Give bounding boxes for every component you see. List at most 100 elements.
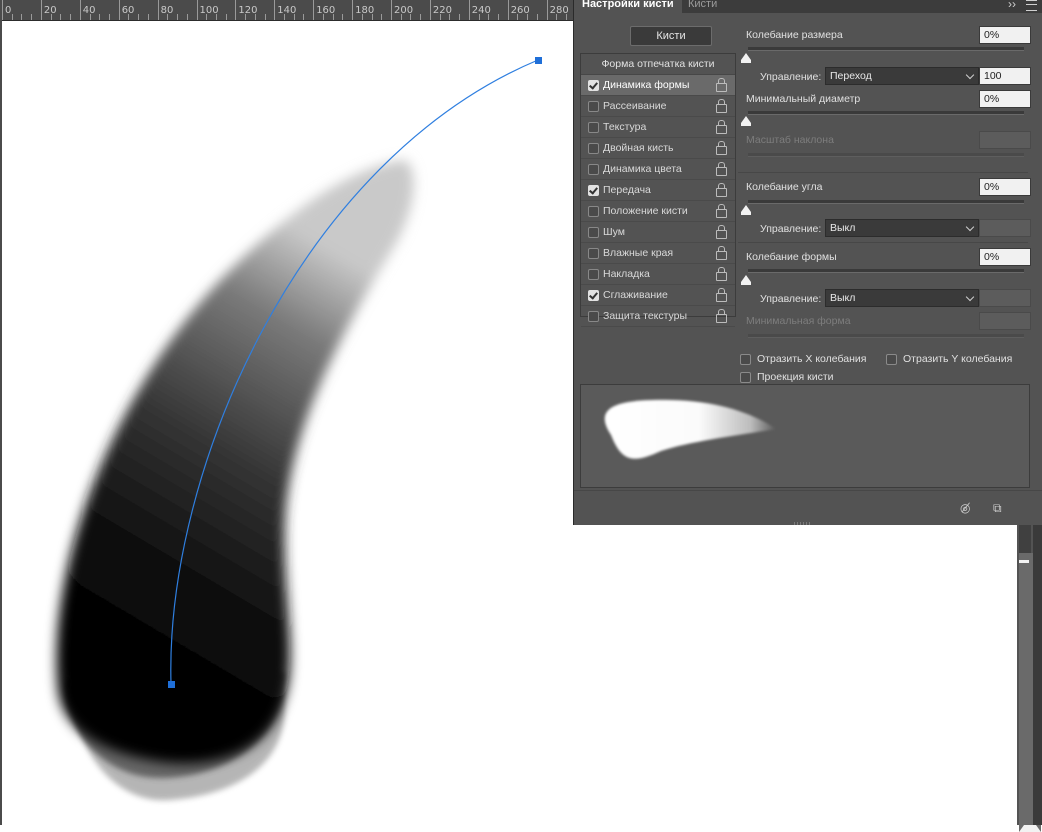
checkbox-box[interactable] — [588, 122, 599, 133]
min-roundness-value — [979, 312, 1031, 330]
brushes-button[interactable]: Кисти — [630, 26, 712, 46]
checkbox-box[interactable] — [588, 185, 599, 196]
angle-jitter-slider-thumb[interactable] — [741, 205, 751, 215]
brush-option-label: Защита текстуры — [603, 310, 688, 322]
ruler-minor-tick — [566, 14, 568, 20]
lock-icon[interactable] — [716, 183, 727, 197]
angle-control-value — [979, 219, 1031, 237]
roundness-control-dropdown[interactable]: Выкл — [825, 289, 979, 307]
lock-icon[interactable] — [716, 99, 727, 113]
roundness-jitter-slider-thumb[interactable] — [741, 275, 751, 285]
lock-icon[interactable] — [716, 246, 727, 260]
brush-option-label: Динамика цвета — [603, 163, 682, 175]
resize-grip[interactable] — [794, 522, 810, 525]
lock-icon[interactable] — [716, 204, 727, 218]
brush-projection-checkbox[interactable]: Проекция кисти — [740, 371, 834, 383]
checkbox-box[interactable] — [588, 248, 599, 259]
roundness-jitter-slider[interactable] — [748, 269, 1024, 273]
min-diameter-slider-thumb[interactable] — [741, 116, 751, 126]
size-control-dropdown[interactable]: Переход — [825, 67, 979, 85]
angle-jitter-value[interactable]: 0% — [979, 178, 1031, 196]
eye-brush-icon[interactable]: ◎̸ — [960, 501, 970, 515]
roundness-jitter-value[interactable]: 0% — [979, 248, 1031, 266]
size-control-selected: Переход — [830, 70, 872, 82]
panel-menu-icon[interactable] — [1026, 0, 1037, 13]
brush-option-item[interactable]: Накладка — [581, 264, 735, 285]
ruler-minor-tick — [99, 14, 101, 20]
tab-brush-settings[interactable]: Настройки кисти — [574, 0, 682, 13]
checkbox-box[interactable] — [588, 269, 599, 280]
checkbox-box[interactable] — [588, 80, 599, 91]
size-control-label: Управление: — [760, 71, 822, 83]
double-chevron-right-icon[interactable]: ›› — [1008, 0, 1016, 13]
size-control-value[interactable]: 100 — [979, 67, 1031, 85]
document-canvas[interactable] — [2, 21, 575, 825]
path-anchor-end — [535, 57, 542, 64]
brush-option-item[interactable]: Текстура — [581, 117, 735, 138]
brush-option-item[interactable]: Влажные края — [581, 243, 735, 264]
brush-option-item[interactable]: Защита текстуры — [581, 306, 735, 327]
roundness-control-selected: Выкл — [830, 292, 856, 304]
checkbox-box[interactable] — [588, 206, 599, 217]
ruler-minor-tick — [517, 14, 519, 20]
lock-icon[interactable] — [716, 267, 727, 281]
brush-option-item[interactable]: Положение кисти — [581, 201, 735, 222]
ruler-minor-tick — [108, 14, 110, 20]
ruler-minor-tick — [21, 14, 23, 20]
angle-control-selected: Выкл — [830, 222, 856, 234]
tilt-scale-slider — [748, 153, 1024, 157]
ruler-minor-tick — [254, 14, 256, 20]
lock-icon[interactable] — [716, 120, 727, 134]
roundness-control-value — [979, 289, 1031, 307]
horizontal-ruler: 0 20 40 60 80 100 120 140 160 180 200 220 240 260 280 — [0, 0, 577, 21]
lock-icon[interactable] — [716, 309, 727, 323]
angle-control-label: Управление: — [760, 223, 822, 235]
lock-icon[interactable] — [716, 288, 727, 302]
ruler-minor-tick — [410, 14, 412, 20]
vertical-scrollbar-area[interactable] — [1017, 525, 1042, 832]
checkbox-box[interactable] — [588, 164, 599, 175]
checkbox-box[interactable] — [588, 143, 599, 154]
ruler-minor-tick — [50, 14, 52, 20]
min-diameter-value[interactable]: 0% — [979, 90, 1031, 108]
angle-control-dropdown[interactable]: Выкл — [825, 219, 979, 237]
brush-option-item[interactable]: Сглаживание — [581, 285, 735, 306]
flip-x-jitter-checkbox[interactable]: Отразить X колебания — [740, 353, 866, 365]
brush-option-label: Текстура — [603, 121, 647, 133]
checkbox-box[interactable] — [588, 227, 599, 238]
lock-icon[interactable] — [716, 141, 727, 155]
checkbox-box[interactable] — [588, 311, 599, 322]
panel-tab-bar: Настройки кисти Кисти ›› — [574, 0, 1042, 13]
ruler-minor-tick — [342, 14, 344, 20]
checkbox-box[interactable] — [886, 353, 897, 365]
ruler-minor-tick — [264, 14, 266, 20]
brush-option-item[interactable]: Динамика формы — [581, 75, 735, 96]
size-jitter-slider-thumb[interactable] — [741, 53, 751, 63]
flip-y-jitter-checkbox[interactable]: Отразить Y колебания — [886, 353, 1012, 365]
path-anchor-start — [168, 681, 175, 688]
lock-icon[interactable] — [716, 78, 727, 92]
brush-option-item[interactable]: Шум — [581, 222, 735, 243]
brush-option-item[interactable]: Динамика цвета — [581, 159, 735, 180]
size-jitter-slider[interactable] — [748, 47, 1024, 51]
brush-option-item[interactable]: Передача — [581, 180, 735, 201]
checkbox-box[interactable] — [740, 371, 751, 383]
ruler-minor-tick — [167, 14, 169, 20]
tab-brushes[interactable]: Кисти — [680, 0, 725, 13]
checkbox-box[interactable] — [588, 290, 599, 301]
checkbox-box[interactable] — [740, 353, 751, 365]
roundness-jitter-label: Колебание формы — [746, 251, 837, 263]
angle-jitter-slider[interactable] — [748, 200, 1024, 204]
new-preset-icon[interactable]: ⧉ — [993, 501, 1002, 516]
size-jitter-value[interactable]: 0% — [979, 26, 1031, 44]
lock-icon[interactable] — [716, 225, 727, 239]
lock-icon[interactable] — [716, 162, 727, 176]
brush-option-item[interactable]: Двойная кисть — [581, 138, 735, 159]
min-diameter-slider[interactable] — [748, 111, 1024, 115]
checkbox-box[interactable] — [588, 101, 599, 112]
brush-option-item[interactable]: Рассеивание — [581, 96, 735, 117]
ruler-label: 20 — [43, 5, 57, 16]
brush-tip-shape-item[interactable]: Форма отпечатка кисти — [581, 54, 735, 75]
brush-options-list: Форма отпечатка кисти Динамика формы Расс… — [580, 53, 736, 327]
ruler-minor-tick — [322, 14, 324, 20]
